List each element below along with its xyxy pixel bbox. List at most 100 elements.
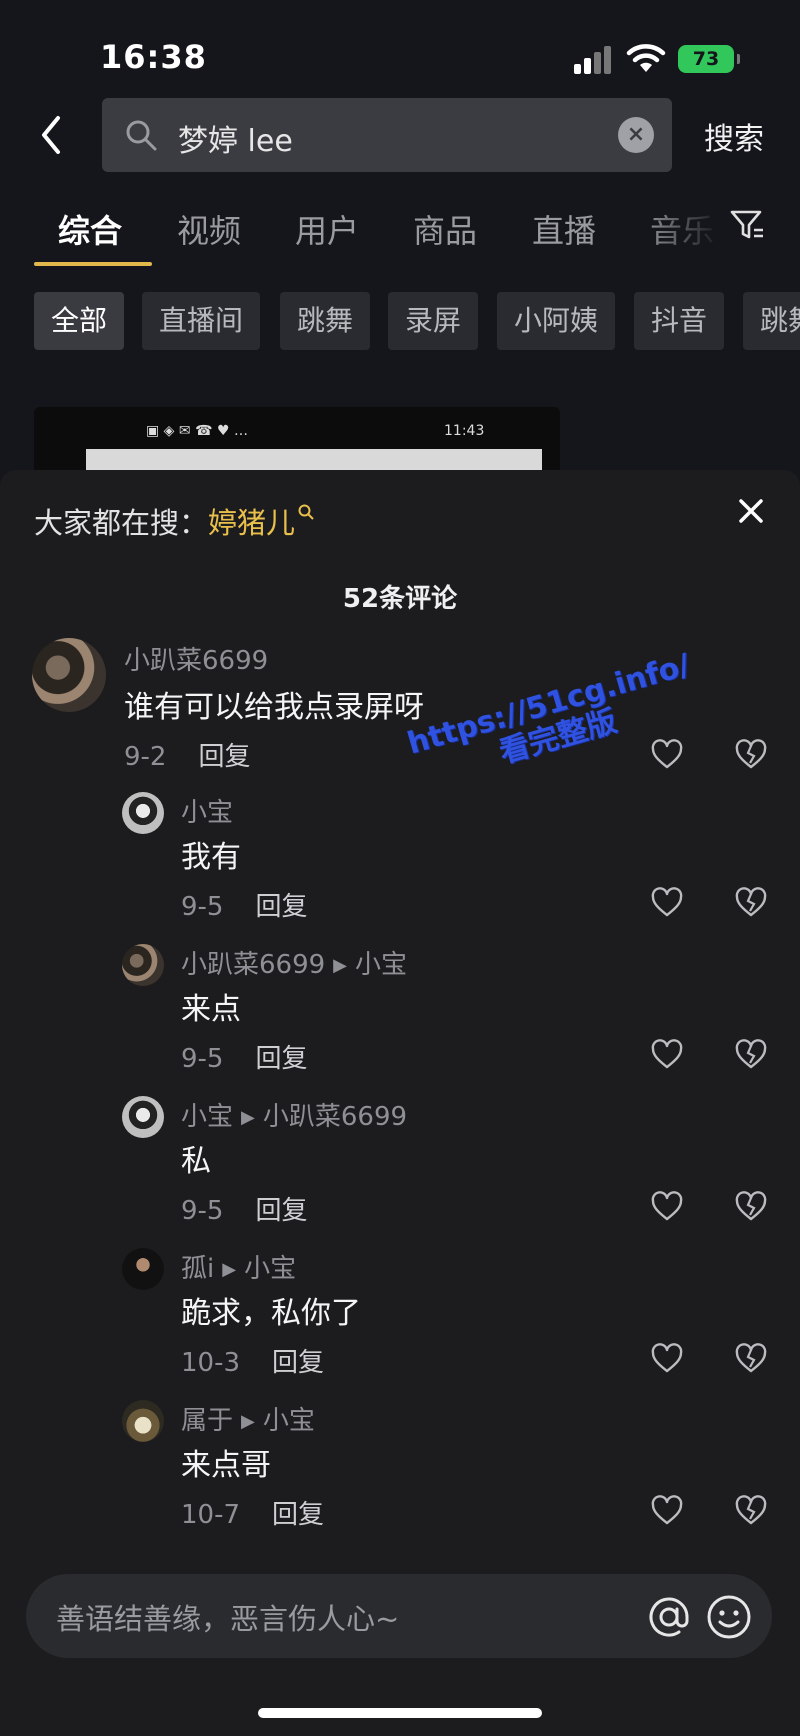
chip-douyin[interactable]: 抖音 (634, 292, 725, 350)
comment-text: 谁有可以给我点录屏呀 (124, 690, 424, 725)
like-heart-icon[interactable] (650, 1190, 684, 1224)
reply-date: 10-7 (181, 1500, 241, 1530)
reply-author[interactable]: 孤i (181, 1254, 214, 1284)
dislike-broken-heart-icon[interactable] (734, 1342, 768, 1376)
thumbnail-status-icons: ▣ ◈ ✉ ☎ ♥ … (146, 423, 248, 439)
comment-input-placeholder: 善语结善缘，恶言伤人心~ (56, 1602, 400, 1636)
thumbnail-status-time: 11:43 (444, 423, 485, 439)
dislike-broken-heart-icon[interactable] (734, 1190, 768, 1224)
reply-to-arrow-icon: ▶ (333, 955, 348, 976)
reply-date: 9-5 (181, 892, 224, 922)
keyword-search-icon (298, 504, 314, 520)
reply-date: 10-3 (181, 1348, 241, 1378)
chip-screen-recording[interactable]: 录屏 (388, 292, 479, 350)
reply-username[interactable]: 小趴菜6699 ▶ 小宝 (181, 944, 407, 981)
reply-text: 私 (181, 1144, 211, 1179)
tab-video[interactable]: 视频 (177, 206, 241, 252)
dislike-broken-heart-icon[interactable] (734, 1038, 768, 1072)
like-heart-icon[interactable] (650, 886, 684, 920)
avatar[interactable] (32, 638, 106, 712)
like-heart-icon[interactable] (650, 738, 684, 772)
clear-search-icon[interactable]: × (618, 117, 654, 153)
reply-target[interactable]: 小宝 (263, 1406, 315, 1436)
reply-target[interactable]: 小宝 (244, 1254, 296, 1284)
filter-chips: 全部 直播间 跳舞 录屏 小阿姨 抖音 跳舞 (0, 292, 800, 350)
comment-count: 52条评论 (342, 584, 458, 614)
chip-live-room[interactable]: 直播间 (142, 292, 261, 350)
back-chevron-icon[interactable] (36, 112, 66, 158)
result-tabs: 综合 视频 用户 商品 直播 音乐 (0, 200, 800, 270)
avatar[interactable] (122, 1096, 164, 1138)
reply-date: 9-5 (181, 1196, 224, 1226)
reply-meta: 9-5 回复 (181, 1190, 307, 1227)
tab-users[interactable]: 用户 (295, 206, 359, 252)
reply-button[interactable]: 回复 (255, 1044, 307, 1074)
status-time: 16:38 (100, 38, 207, 76)
reply-author[interactable]: 小宝 (181, 1102, 233, 1132)
tab-live[interactable]: 直播 (532, 206, 596, 252)
reply-username[interactable]: 小宝 ▶ 小趴菜6699 (181, 1096, 407, 1133)
chip-auntie[interactable]: 小阿姨 (497, 292, 616, 350)
chip-dance[interactable]: 跳舞 (280, 292, 371, 350)
reply-button[interactable]: 回复 (272, 1500, 324, 1530)
reply-target[interactable]: 小宝 (355, 950, 407, 980)
reply-button[interactable]: 回复 (255, 1196, 307, 1226)
avatar[interactable] (122, 1248, 164, 1290)
search-icon (126, 120, 157, 151)
battery-indicator: 73 (678, 45, 740, 73)
reply-author[interactable]: 属于 (181, 1406, 233, 1436)
reply-username[interactable]: 孤i ▶ 小宝 (181, 1248, 296, 1285)
reply-to-arrow-icon: ▶ (222, 1259, 237, 1280)
reply-text: 跪求，私你了 (181, 1296, 361, 1331)
trending-search[interactable]: 大家都在搜：婷猪儿 (34, 500, 315, 542)
battery-level: 73 (692, 48, 720, 70)
reply-username[interactable]: 小宝 (181, 792, 233, 829)
dislike-broken-heart-icon[interactable] (734, 886, 768, 920)
avatar[interactable] (122, 1400, 164, 1442)
search-query[interactable]: 梦婷 lee (178, 116, 293, 160)
reply-to-arrow-icon: ▶ (241, 1107, 255, 1128)
reply-meta: 10-3 回复 (181, 1342, 324, 1379)
reply-author[interactable]: 小趴菜6699 (181, 950, 325, 980)
avatar[interactable] (122, 944, 164, 986)
reply-button[interactable]: 回复 (255, 892, 307, 922)
dislike-broken-heart-icon[interactable] (734, 1494, 768, 1528)
like-heart-icon[interactable] (650, 1494, 684, 1528)
reply-meta: 9-5 回复 (181, 1038, 307, 1075)
reply-button[interactable]: 回复 (272, 1348, 324, 1378)
reply-to-arrow-icon: ▶ (241, 1411, 255, 1432)
search-input[interactable]: 梦婷 lee × (102, 98, 672, 172)
home-indicator[interactable] (258, 1708, 542, 1718)
reply-text: 我有 (181, 840, 241, 875)
wifi-icon (626, 44, 666, 72)
dislike-broken-heart-icon[interactable] (734, 738, 768, 772)
reply-username[interactable]: 属于 ▶ 小宝 (181, 1400, 315, 1437)
cellular-signal-icon (574, 46, 614, 74)
tab-comprehensive[interactable]: 综合 (58, 206, 122, 252)
reply-target[interactable]: 小趴菜6699 (263, 1102, 407, 1132)
avatar[interactable] (122, 792, 164, 834)
status-bar: 16:38 73 (0, 0, 800, 110)
comment-username[interactable]: 小趴菜6699 (124, 640, 268, 677)
chip-all[interactable]: 全部 (34, 292, 125, 350)
filter-icon[interactable] (730, 208, 764, 242)
reply-meta: 10-7 回复 (181, 1494, 324, 1531)
comment-date: 9-2 (124, 742, 167, 772)
reply-text: 来点哥 (181, 1448, 271, 1483)
comment-composer: 善语结善缘，恶言伤人心~ (0, 1556, 800, 1736)
like-heart-icon[interactable] (650, 1038, 684, 1072)
reply-date: 9-5 (181, 1044, 224, 1074)
close-icon[interactable] (734, 494, 768, 528)
reply-button[interactable]: 回复 (198, 742, 250, 772)
comment-meta: 9-2 回复 (124, 736, 250, 773)
reply-text: 来点 (181, 992, 241, 1027)
search-button[interactable]: 搜索 (704, 114, 764, 158)
at-mention-icon[interactable] (646, 1594, 692, 1640)
reply-meta: 9-5 回复 (181, 886, 307, 923)
tab-products[interactable]: 商品 (413, 206, 477, 252)
trending-keyword[interactable]: 婷猪儿 (208, 506, 295, 540)
comment-input[interactable]: 善语结善缘，恶言伤人心~ (26, 1574, 772, 1658)
like-heart-icon[interactable] (650, 1342, 684, 1376)
emoji-icon[interactable] (706, 1594, 752, 1640)
chip-dance-2[interactable]: 跳舞 (743, 292, 800, 350)
